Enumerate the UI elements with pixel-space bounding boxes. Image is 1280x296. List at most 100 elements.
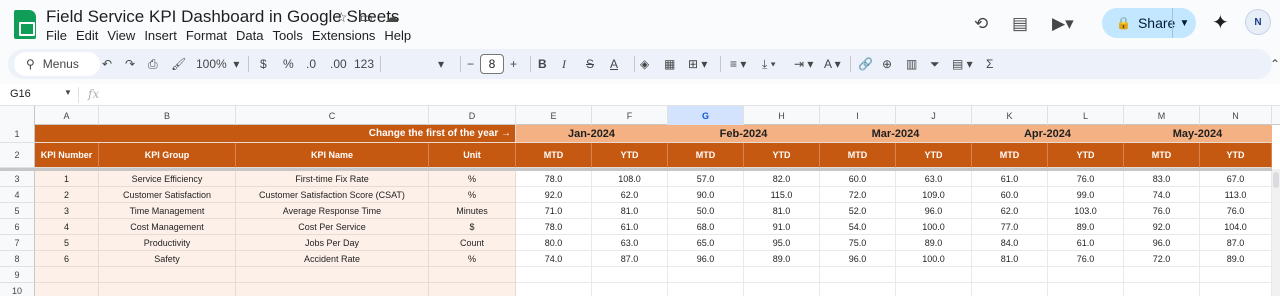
redo-icon[interactable]: ↷	[125, 49, 135, 79]
table-cell[interactable]: Time Management	[99, 203, 236, 219]
number-format-button[interactable]: 123	[354, 49, 374, 79]
currency-format-button[interactable]: $	[260, 49, 267, 79]
table-cell[interactable]: 100.0	[896, 251, 972, 267]
column-title[interactable]: YTD	[1048, 143, 1124, 168]
table-cell[interactable]: 1	[35, 171, 99, 187]
table-cell[interactable]: Count	[429, 235, 516, 251]
name-box-dropdown-icon[interactable]: ▼	[64, 88, 72, 97]
table-cell[interactable]	[1048, 267, 1124, 283]
vertical-scrollbar[interactable]	[1272, 169, 1280, 296]
zoom-select[interactable]: 100% ▾	[196, 49, 239, 79]
paint-format-icon[interactable]: 🖌	[171, 49, 186, 79]
column-title[interactable]: KPI Name	[236, 143, 429, 168]
share-button[interactable]: 🔒 Share ▼	[1102, 8, 1196, 38]
table-cell[interactable]: Cost Per Service	[236, 219, 429, 235]
table-cell[interactable]: Productivity	[99, 235, 236, 251]
table-cell[interactable]: 78.0	[516, 219, 592, 235]
menu-data[interactable]: Data	[236, 26, 269, 45]
table-cell[interactable]: 99.0	[1048, 187, 1124, 203]
font-size-increase-icon[interactable]: +	[510, 49, 517, 79]
row-header-5[interactable]: 5	[0, 203, 35, 219]
month-header[interactable]: Feb-2024	[668, 125, 820, 143]
table-cell[interactable]: 87.0	[592, 251, 668, 267]
table-cell[interactable]	[820, 283, 896, 296]
column-header-k[interactable]: K	[972, 106, 1048, 125]
table-cell[interactable]	[99, 267, 236, 283]
insert-chart-icon[interactable]: ▥	[906, 49, 917, 79]
text-rotation-icon[interactable]: A ▾	[824, 49, 841, 79]
table-cell[interactable]: 100.0	[896, 219, 972, 235]
month-header[interactable]: Mar-2024	[820, 125, 972, 143]
table-cell[interactable]: 84.0	[972, 235, 1048, 251]
row-header-2[interactable]: 2	[0, 143, 35, 168]
column-title[interactable]: Unit	[429, 143, 516, 168]
table-cell[interactable]: 61.0	[972, 171, 1048, 187]
collapse-toolbar-icon[interactable]: ⌃	[1270, 49, 1280, 79]
table-cell[interactable]	[1124, 267, 1200, 283]
table-cell[interactable]: 115.0	[744, 187, 820, 203]
table-cell[interactable]	[516, 267, 592, 283]
table-cell[interactable]: 72.0	[820, 187, 896, 203]
cloud-status-icon[interactable]: ☁	[385, 9, 399, 26]
table-cell[interactable]: 62.0	[592, 187, 668, 203]
table-cell[interactable]: 76.0	[1048, 171, 1124, 187]
table-cell[interactable]: 76.0	[1048, 251, 1124, 267]
table-cell[interactable]: 67.0	[1200, 171, 1272, 187]
merge-cells-icon[interactable]: ⊞ ▾	[688, 49, 707, 79]
row-header-7[interactable]: 7	[0, 235, 35, 251]
month-header[interactable]: Apr-2024	[972, 125, 1124, 143]
table-cell[interactable]: $	[429, 219, 516, 235]
menu-edit[interactable]: Edit	[76, 26, 104, 45]
table-cell[interactable]	[236, 283, 429, 296]
font-family-dropdown-icon[interactable]: ▾	[438, 49, 444, 79]
table-cell[interactable]: 3	[35, 203, 99, 219]
insert-link-icon[interactable]: 🔗	[858, 49, 873, 79]
table-cell[interactable]: 75.0	[820, 235, 896, 251]
table-cell[interactable]: 2	[35, 187, 99, 203]
column-header-h[interactable]: H	[744, 106, 820, 125]
table-cell[interactable]	[744, 283, 820, 296]
table-cell[interactable]: 90.0	[668, 187, 744, 203]
table-cell[interactable]: 96.0	[820, 251, 896, 267]
table-cell[interactable]: 108.0	[592, 171, 668, 187]
table-cell[interactable]	[668, 283, 744, 296]
font-size-input[interactable]: 8	[480, 54, 504, 74]
table-cell[interactable]: 109.0	[896, 187, 972, 203]
table-cell[interactable]: 104.0	[1200, 219, 1272, 235]
table-cell[interactable]: 57.0	[668, 171, 744, 187]
table-cell[interactable]: 81.0	[744, 203, 820, 219]
table-cell[interactable]: Customer Satisfaction	[99, 187, 236, 203]
version-history-icon[interactable]: ⟲	[974, 14, 988, 34]
menu-extensions[interactable]: Extensions	[312, 26, 382, 45]
menu-format[interactable]: Format	[186, 26, 233, 45]
table-cell[interactable]: Safety	[99, 251, 236, 267]
table-cell[interactable]	[592, 283, 668, 296]
strikethrough-icon[interactable]: S	[586, 49, 594, 79]
month-header[interactable]: Jan-2024	[516, 125, 668, 143]
filter-views-icon[interactable]: ▤ ▾	[952, 49, 973, 79]
table-cell[interactable]	[35, 267, 99, 283]
text-color-icon[interactable]: A	[610, 49, 618, 79]
search-menus-button[interactable]: ⚲ Menus	[14, 52, 100, 76]
select-all-corner[interactable]	[0, 106, 35, 125]
table-cell[interactable]	[972, 283, 1048, 296]
table-cell[interactable]: 81.0	[972, 251, 1048, 267]
table-cell[interactable]: Service Efficiency	[99, 171, 236, 187]
comments-icon[interactable]: ▤	[1012, 14, 1028, 34]
column-title[interactable]: MTD	[668, 143, 744, 168]
table-cell[interactable]: 82.0	[744, 171, 820, 187]
table-cell[interactable]: 78.0	[516, 171, 592, 187]
table-cell[interactable]: %	[429, 171, 516, 187]
table-cell[interactable]: 81.0	[592, 203, 668, 219]
table-cell[interactable]	[99, 283, 236, 296]
column-header-i[interactable]: I	[820, 106, 896, 125]
column-header-n[interactable]: N	[1200, 106, 1272, 125]
table-cell[interactable]: 5	[35, 235, 99, 251]
row-header-10[interactable]: 10	[0, 283, 35, 296]
column-title[interactable]: MTD	[972, 143, 1048, 168]
undo-icon[interactable]: ↶	[102, 49, 112, 79]
italic-icon[interactable]: I	[562, 49, 566, 79]
table-cell[interactable]: 89.0	[1048, 219, 1124, 235]
sheets-logo-icon[interactable]	[14, 10, 36, 39]
menu-insert[interactable]: Insert	[144, 26, 183, 45]
